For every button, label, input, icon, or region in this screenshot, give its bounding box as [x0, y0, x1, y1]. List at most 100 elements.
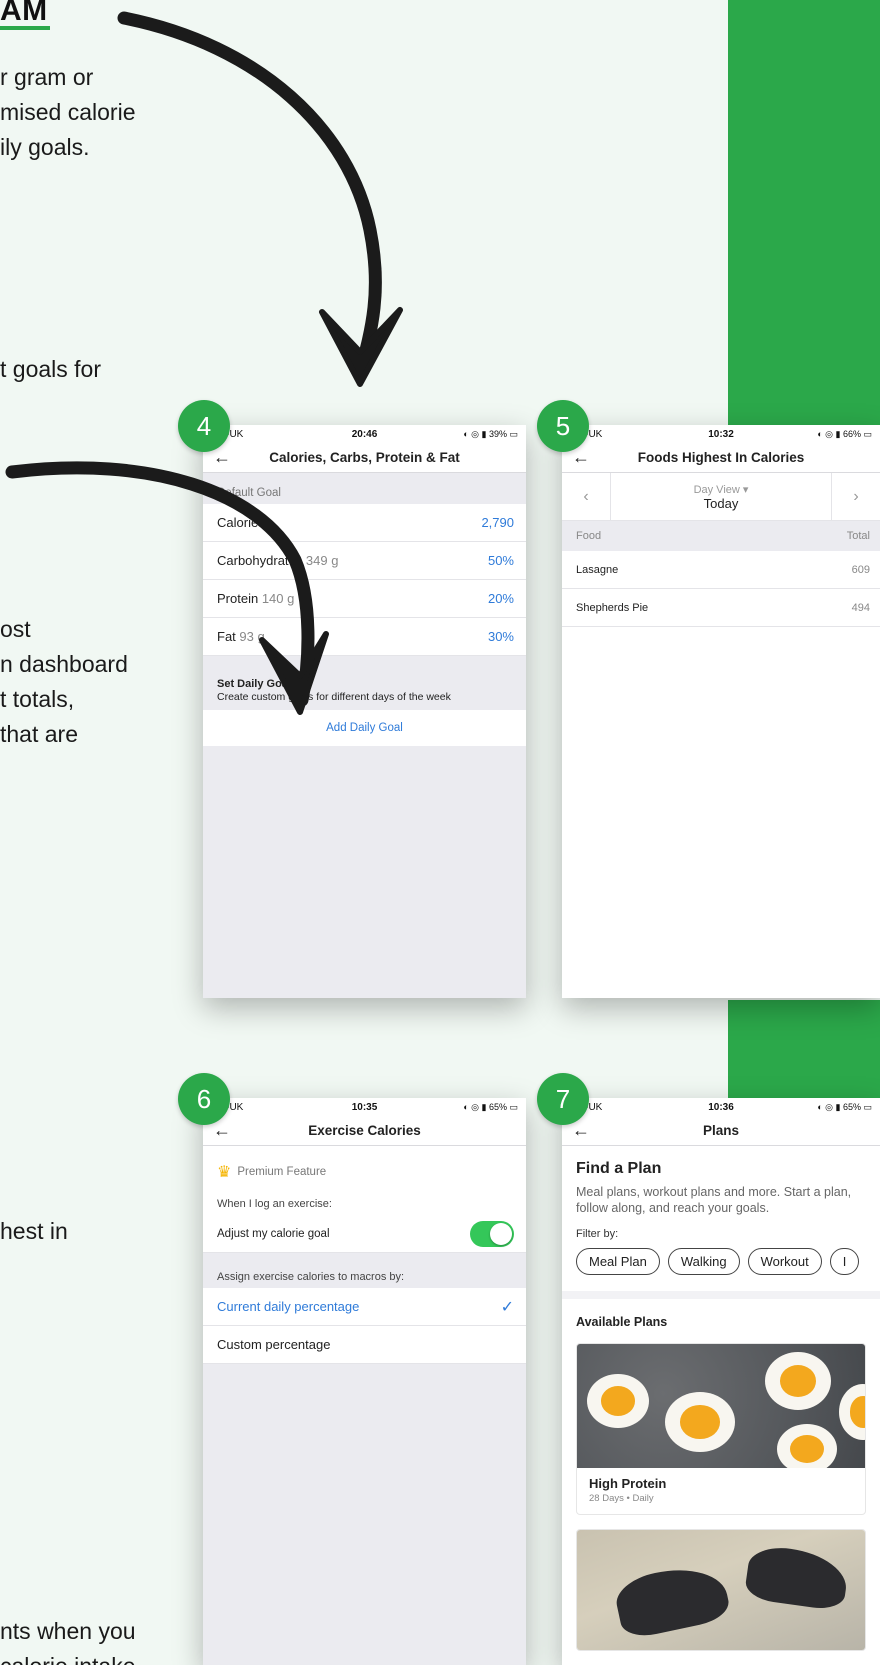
- step-badge-6: 6: [178, 1073, 230, 1125]
- egg-shape: [587, 1374, 649, 1428]
- egg-shape: [765, 1352, 831, 1410]
- available-plans-heading: Available Plans: [576, 1315, 668, 1329]
- column-food: Food: [576, 530, 602, 542]
- plan-info: High Protein 28 Days • Daily: [577, 1468, 865, 1514]
- text-line: r gram or: [0, 64, 94, 90]
- day-view-label: Day View: [693, 483, 740, 496]
- food-name: Shepherds Pie: [576, 601, 649, 614]
- row-label-group: Fat 93 g: [217, 629, 488, 644]
- phone-screen-macros: 02-UK 20:46 ◐ ◎ ▮ 39% ▭ ← Calories, Carb…: [203, 425, 526, 998]
- phone-screen-highest-calories: 02-UK 10:32 ◐ ◎ ▮ 66% ▭ ← Foods Highest …: [562, 425, 880, 998]
- goal-row-calories[interactable]: Calories 2,790: [203, 504, 526, 542]
- carrier-label: 02-UK: [215, 1101, 244, 1113]
- back-arrow-icon[interactable]: ←: [572, 447, 594, 468]
- green-accent-block-bottom: [728, 1000, 880, 1100]
- text-line: ost: [0, 616, 31, 642]
- plan-image-shoes: [577, 1530, 865, 1650]
- row-grams: 349 g: [305, 553, 339, 568]
- column-total: Total: [846, 530, 870, 542]
- row-label-group: Protein 140 g: [217, 591, 488, 606]
- food-name: Lasagne: [576, 563, 619, 576]
- section-title: AM: [0, 0, 48, 27]
- row-label-group: Carbohydrates 349 g: [217, 553, 488, 568]
- available-plans-section: Available Plans High Protein 28 Days • D…: [562, 1299, 880, 1665]
- table-row[interactable]: Shepherds Pie 494: [562, 589, 880, 627]
- nav-bar: ← Plans: [562, 1116, 880, 1146]
- chevron-left-icon[interactable]: ‹: [562, 488, 610, 506]
- back-arrow-icon[interactable]: ←: [213, 447, 235, 468]
- hint-title: Set Daily Goals: [217, 678, 298, 690]
- screen-title: Exercise Calories: [308, 1123, 421, 1138]
- title-underline: [0, 26, 50, 30]
- row-label: Calories: [217, 515, 265, 530]
- text-line: that are: [0, 721, 78, 747]
- table-row[interactable]: Lasagne 609: [562, 551, 880, 589]
- plan-card-high-protein[interactable]: High Protein 28 Days • Daily: [576, 1343, 866, 1515]
- nav-bar: ← Exercise Calories: [203, 1116, 526, 1146]
- day-view-selector[interactable]: Day View ▾ Today: [610, 473, 832, 520]
- text-line: hest in: [0, 1218, 68, 1244]
- add-daily-goal-button[interactable]: Add Daily Goal: [203, 710, 526, 746]
- filter-label: Filter by:: [576, 1228, 619, 1240]
- find-plan-description: Meal plans, workout plans and more. Star…: [576, 1185, 852, 1215]
- option-current-daily-percentage[interactable]: Current daily percentage ✓: [203, 1288, 526, 1326]
- table-header: Food Total: [562, 521, 880, 551]
- chip-workout[interactable]: Workout: [747, 1248, 822, 1275]
- plan-card-walking[interactable]: [576, 1529, 866, 1651]
- goal-row-protein[interactable]: Protein 140 g 20%: [203, 580, 526, 618]
- row-label: Current daily percentage: [217, 1299, 360, 1314]
- shoe-shape: [611, 1559, 733, 1641]
- option-custom-percentage[interactable]: Custom percentage: [203, 1326, 526, 1364]
- back-arrow-icon[interactable]: ←: [572, 1120, 594, 1141]
- premium-text: Premium Feature: [237, 1166, 327, 1178]
- egg-shape: [839, 1384, 865, 1440]
- chevron-right-icon[interactable]: ›: [832, 488, 880, 506]
- step-badge-4: 4: [178, 400, 230, 452]
- find-plan-heading: Find a Plan: [576, 1160, 662, 1177]
- food-total: 494: [851, 601, 870, 614]
- plan-image-eggs: [577, 1344, 865, 1468]
- row-value: 50%: [487, 553, 514, 568]
- chip-more[interactable]: I: [829, 1248, 860, 1275]
- default-goal-label: Default Goal: [217, 487, 281, 499]
- text-line: t totals,: [0, 686, 75, 712]
- food-total: 609: [851, 563, 870, 576]
- plan-meta: 28 Days • Daily: [589, 1493, 654, 1504]
- row-label: Protein: [217, 591, 259, 606]
- premium-feature-label: ♛ Premium Feature: [203, 1146, 526, 1190]
- checkmark-icon: ✓: [500, 1298, 514, 1316]
- status-icons: ◐ ◎ ▮ 65% ▭: [463, 1101, 518, 1112]
- adjust-calorie-toggle[interactable]: [470, 1220, 514, 1247]
- day-label: Today: [703, 495, 739, 511]
- goal-row-carbohydrates[interactable]: Carbohydrates 349 g 50%: [203, 542, 526, 580]
- step-badge-7: 7: [537, 1073, 589, 1125]
- chip-walking[interactable]: Walking: [667, 1248, 740, 1275]
- status-bar: 02-UK 10:36 ◐ ◎ ▮ 65% ▭: [562, 1098, 880, 1116]
- crown-icon: ♛: [217, 1164, 232, 1181]
- screen-title: Calories, Carbs, Protein & Fat: [269, 450, 460, 465]
- nav-bar: ← Foods Highest In Calories: [562, 443, 880, 473]
- text-line: t goals for: [0, 356, 101, 382]
- status-icons: ◐ ◎ ▮ 66% ▭: [817, 428, 872, 439]
- row-label: Fat: [217, 629, 236, 644]
- green-accent-block-top: [728, 0, 880, 440]
- row-value: 30%: [487, 629, 514, 644]
- goal-row-fat[interactable]: Fat 93 g 30%: [203, 618, 526, 656]
- row-label: Custom percentage: [217, 1337, 331, 1352]
- step-badge-5: 5: [537, 400, 589, 452]
- shoe-shape: [743, 1543, 851, 1612]
- row-label: Carbohydrates: [217, 553, 303, 568]
- carrier-label: 02-UK: [215, 428, 244, 440]
- daily-goals-hint: Set Daily Goals Create custom goals for …: [203, 656, 526, 710]
- egg-shape: [665, 1392, 735, 1452]
- hint-text: Create custom goals for different days o…: [217, 691, 451, 703]
- plan-name: High Protein: [589, 1476, 667, 1491]
- find-plan-section: Find a Plan Meal plans, workout plans an…: [562, 1146, 880, 1291]
- row-value: 20%: [487, 591, 514, 606]
- text-line: calorie intake: [0, 1649, 136, 1665]
- assign-macros-label: Assign exercise calories to macros by:: [203, 1253, 526, 1288]
- text-line: ily goals.: [0, 134, 90, 160]
- carrier-label: 02-UK: [574, 428, 603, 440]
- chip-meal-plan[interactable]: Meal Plan: [576, 1248, 660, 1275]
- back-arrow-icon[interactable]: ←: [213, 1120, 235, 1141]
